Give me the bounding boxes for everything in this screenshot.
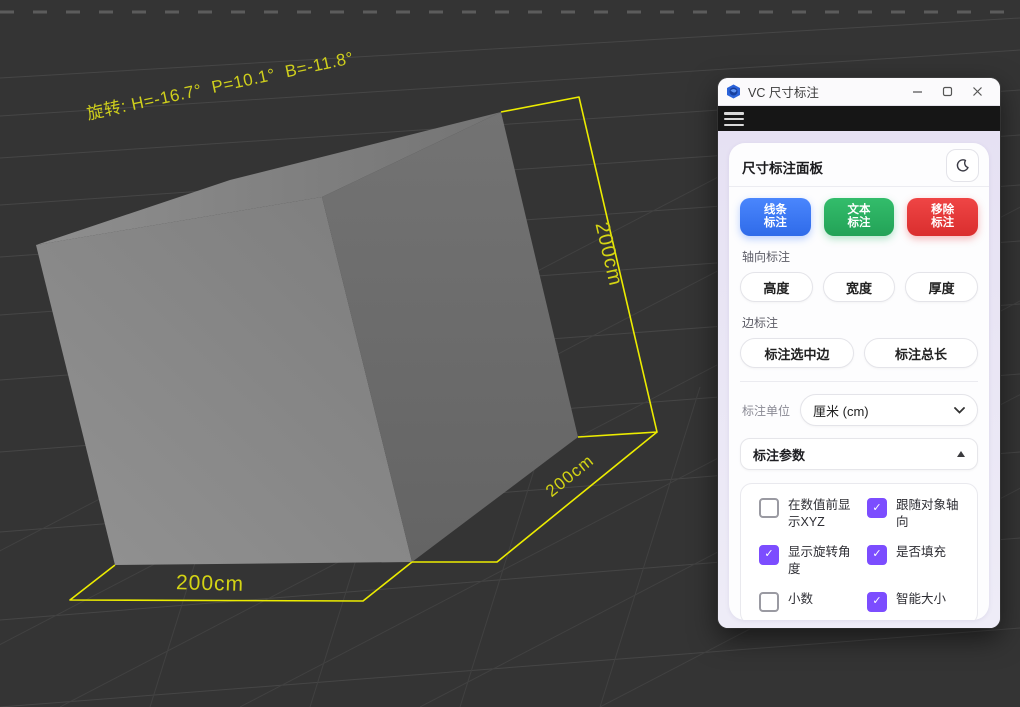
checkbox-label: 小数	[788, 591, 813, 608]
unit-label: 标注单位	[742, 402, 790, 419]
checkbox-show-rotation-angle[interactable]: ✓ 显示旋转角度	[759, 544, 861, 578]
checkbox-fill[interactable]: ✓ 是否填充	[867, 544, 969, 578]
checkbox-box: ✓	[867, 592, 887, 612]
checkbox-label: 显示旋转角度	[788, 544, 861, 578]
moon-icon	[955, 158, 970, 173]
params-checkbox-group: ✓ 在数值前显示XYZ ✓ 跟随对象轴向 ✓ 显示旋转角度 ✓ 是否填充	[740, 483, 978, 620]
annotate-total-length-button[interactable]: 标注总长	[864, 338, 978, 368]
checkbox-box: ✓	[759, 592, 779, 612]
thickness-button[interactable]: 厚度	[905, 272, 978, 302]
annotation-actions: 线条 标注 文本 标注 移除 标注	[729, 187, 989, 236]
unit-select[interactable]: 厘米 (cm)	[800, 394, 978, 426]
unit-row: 标注单位 厘米 (cm)	[729, 382, 989, 426]
unit-select-value: 厘米 (cm)	[813, 401, 954, 420]
checkbox-box: ✓	[759, 545, 779, 565]
checkbox-follow-object-axis[interactable]: ✓ 跟随对象轴向	[867, 497, 969, 531]
params-label: 标注参数	[753, 445, 957, 464]
width-dimension-label: 200cm	[176, 571, 245, 597]
tool-window: VC 尺寸标注 尺寸标注面板	[718, 78, 1000, 628]
checkbox-box: ✓	[759, 498, 779, 518]
checkbox-label: 智能大小	[896, 591, 946, 608]
checkbox-decimal[interactable]: ✓ 小数	[759, 591, 861, 612]
checkbox-label: 在数值前显示XYZ	[788, 497, 861, 531]
checkbox-prefix-xyz[interactable]: ✓ 在数值前显示XYZ	[759, 497, 861, 531]
panel-content: 尺寸标注面板 线条 标注 文本 标注	[718, 131, 1000, 628]
chevron-down-icon	[954, 407, 965, 414]
remove-annotation-button[interactable]: 移除 标注	[907, 198, 978, 236]
params-collapse-header[interactable]: 标注参数	[740, 438, 978, 470]
caret-up-icon	[957, 451, 965, 457]
minimize-button[interactable]	[902, 81, 932, 102]
panel-card: 尺寸标注面板 线条 标注 文本 标注	[729, 143, 989, 620]
checkbox-smart-size[interactable]: ✓ 智能大小	[867, 591, 969, 612]
annotate-selected-edge-button[interactable]: 标注选中边	[740, 338, 854, 368]
edge-buttons: 标注选中边 标注总长	[729, 338, 989, 368]
line-annotation-label-2: 标注	[764, 217, 787, 230]
window-menubar	[718, 106, 1000, 132]
checkbox-label: 跟随对象轴向	[896, 497, 969, 531]
text-annotation-label-2: 标注	[848, 217, 871, 230]
checkbox-label: 是否填充	[896, 544, 946, 561]
close-button[interactable]	[962, 81, 992, 102]
text-annotation-button[interactable]: 文本 标注	[824, 198, 895, 236]
maximize-button[interactable]	[932, 81, 962, 102]
panel-header: 尺寸标注面板	[729, 143, 989, 187]
app-logo-icon	[726, 84, 741, 99]
axis-section-label: 轴向标注	[742, 248, 989, 265]
menu-icon[interactable]	[724, 112, 744, 126]
window-titlebar[interactable]: VC 尺寸标注	[718, 78, 1000, 106]
axis-buttons: 高度 宽度 厚度	[729, 272, 989, 302]
line-annotation-button[interactable]: 线条 标注	[740, 198, 811, 236]
checkbox-box: ✓	[867, 545, 887, 565]
height-button[interactable]: 高度	[740, 272, 813, 302]
text-annotation-label-1: 文本	[848, 204, 871, 217]
remove-annotation-label-2: 标注	[931, 217, 954, 230]
cube	[36, 112, 578, 565]
remove-annotation-label-1: 移除	[931, 204, 954, 217]
checkbox-box: ✓	[867, 498, 887, 518]
window-title: VC 尺寸标注	[748, 82, 902, 101]
line-annotation-label-1: 线条	[764, 204, 787, 217]
app-root: 旋转: H=-16.7° P=10.1° B=-11.8° 200cm 200c…	[0, 0, 1020, 707]
panel-title: 尺寸标注面板	[742, 157, 823, 177]
width-button[interactable]: 宽度	[823, 272, 896, 302]
theme-toggle-button[interactable]	[946, 149, 979, 182]
edge-section-label: 边标注	[742, 314, 989, 331]
